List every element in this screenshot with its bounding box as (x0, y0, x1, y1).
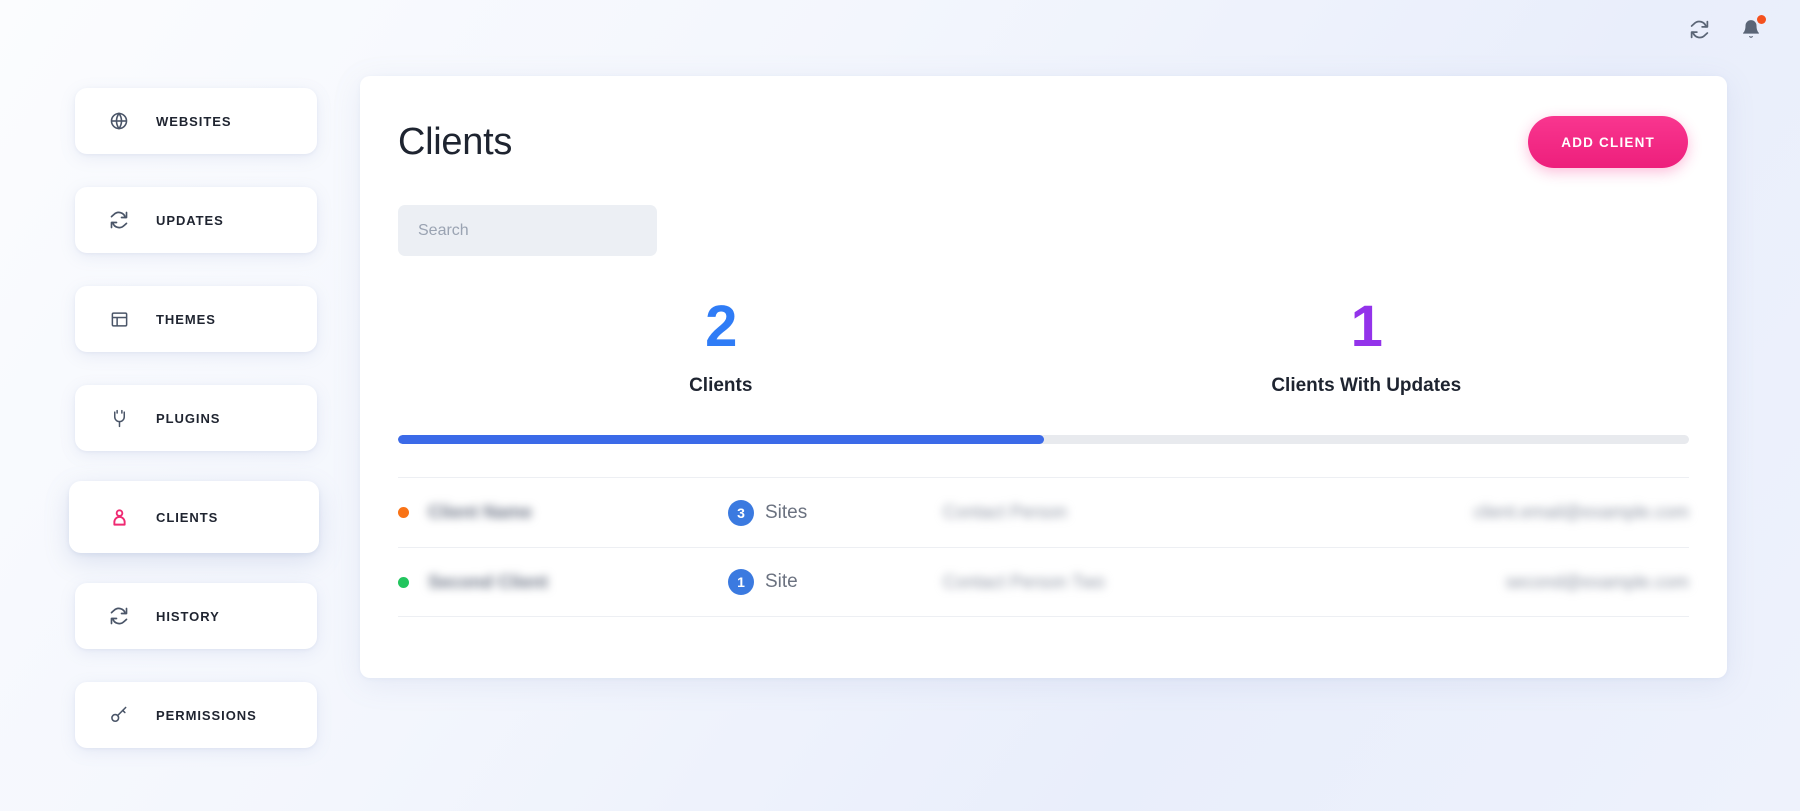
sidebar-item-updates[interactable]: UPDATES (75, 187, 317, 253)
sites-count-badge: 3 (728, 499, 754, 526)
row-contact: Contact Person Two (943, 572, 1363, 593)
sidebar-item-label: WEBSITES (156, 113, 232, 129)
table-row[interactable]: Second Client 1 Site Contact Person Two … (398, 547, 1689, 617)
refresh-icon (108, 209, 130, 231)
stats-row: 2 Clients 1 Clients With Updates (360, 298, 1727, 397)
sites-count-badge: 1 (728, 569, 754, 595)
bell-icon[interactable] (1738, 15, 1766, 42)
add-client-button[interactable]: ADD CLIENT (1528, 116, 1688, 168)
sidebar-item-label: UPDATES (156, 212, 224, 228)
sidebar-item-permissions[interactable]: PERMISSIONS (75, 682, 317, 748)
row-email: second@example.com (1363, 572, 1689, 593)
progress-bar (398, 435, 1689, 444)
sidebar-item-themes[interactable]: THEMES (75, 286, 317, 352)
panel-header: Clients ADD CLIENT (360, 76, 1727, 168)
user-icon (108, 506, 130, 528)
refresh-icon (108, 605, 130, 627)
client-name-redacted: Second Client (428, 571, 549, 592)
contact-redacted: Contact Person Two (943, 571, 1105, 592)
row-status (398, 576, 428, 588)
refresh-icon[interactable] (1686, 16, 1712, 42)
sidebar-item-label: PLUGINS (156, 410, 221, 426)
window-icon (108, 308, 130, 330)
email-redacted: client.email@example.com (1473, 502, 1689, 522)
stat-label: Clients With Updates (1271, 375, 1462, 396)
sidebar-item-clients[interactable]: CLIENTS (69, 481, 319, 553)
sidebar-item-label: HISTORY (156, 608, 220, 624)
stat-value: 1 (1350, 294, 1383, 359)
stat-clients: 2 Clients (398, 298, 1044, 397)
stat-label: Clients (689, 375, 753, 396)
top-bar (0, 0, 1800, 58)
status-badge (398, 507, 409, 518)
clients-panel: Clients ADD CLIENT 2 Clients 1 Clients W… (360, 76, 1727, 678)
sidebar-item-label: THEMES (156, 311, 216, 327)
row-client-name: Client Name (428, 502, 728, 523)
contact-redacted: Contact Person (943, 502, 1068, 522)
row-sites: 3 Sites (728, 499, 943, 526)
search-input[interactable] (398, 205, 657, 256)
plug-icon (108, 407, 130, 429)
row-status (398, 507, 428, 518)
search-container (360, 168, 1727, 256)
notification-badge (1757, 15, 1766, 24)
sidebar-item-plugins[interactable]: PLUGINS (75, 385, 317, 451)
row-contact: Contact Person (943, 502, 1363, 523)
sidebar-item-history[interactable]: HISTORY (75, 583, 317, 649)
clients-list: Client Name 3 Sites Contact Person clien… (398, 477, 1689, 617)
progress-bar-fill (398, 435, 1044, 444)
sidebar-item-websites[interactable]: WEBSITES (75, 88, 317, 154)
table-row[interactable]: Client Name 3 Sites Contact Person clien… (398, 477, 1689, 547)
key-icon (108, 704, 130, 726)
email-redacted: second@example.com (1505, 571, 1689, 592)
page-title: Clients (398, 120, 513, 163)
client-name-redacted: Client Name (428, 502, 533, 522)
sites-label: Site (765, 571, 798, 592)
stat-value: 2 (705, 294, 737, 359)
sidebar-item-label: CLIENTS (156, 509, 219, 525)
sidebar-item-label: PERMISSIONS (156, 707, 257, 723)
status-badge (398, 576, 409, 588)
row-email: client.email@example.com (1363, 502, 1689, 523)
sidebar: WEBSITES UPDATES THEMES PLUGINS CLIENTS … (69, 88, 319, 781)
row-client-name: Second Client (428, 572, 728, 593)
row-sites: 1 Site (728, 569, 943, 595)
globe-icon (108, 110, 130, 132)
sites-label: Sites (765, 501, 808, 523)
stat-clients-with-updates: 1 Clients With Updates (1044, 298, 1690, 397)
